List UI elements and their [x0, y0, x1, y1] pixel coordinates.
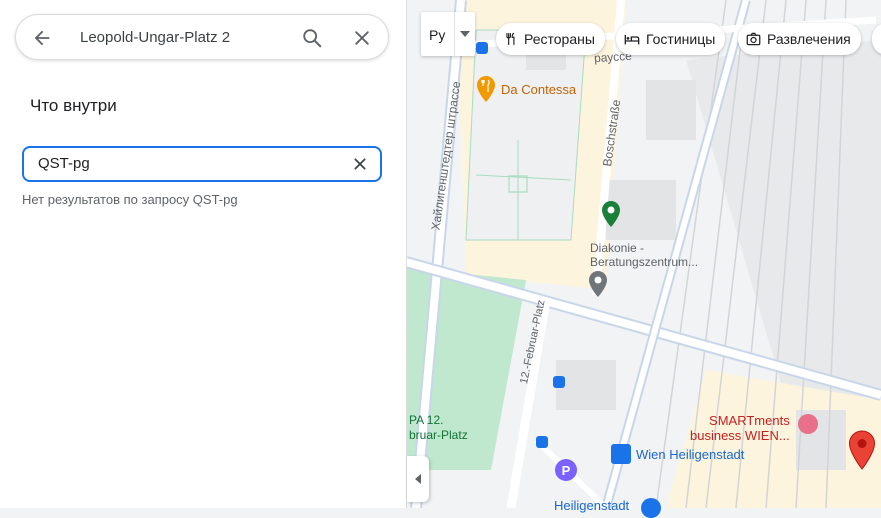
close-icon: [354, 158, 366, 170]
place-label-line: Beratungszentrum...: [590, 255, 699, 269]
restaurant-icon: [504, 32, 518, 46]
map-language-switch[interactable]: Ру: [421, 12, 475, 56]
side-panel: Leopold-Ungar-Platz 2 Что внутри Нет рез…: [0, 0, 407, 508]
map-canvas[interactable]: Хайлигенштедтер штрассе рауссе Boschstra…: [406, 0, 881, 518]
chip-hotels[interactable]: Гостиницы: [616, 23, 726, 55]
parking-icon[interactable]: P: [555, 459, 577, 481]
map-language-label: Ру: [429, 27, 446, 43]
search-button[interactable]: [296, 22, 328, 54]
hotel-marker-icon[interactable]: [798, 414, 818, 434]
inside-filter-input[interactable]: [38, 155, 328, 172]
chip-label: Рестораны: [524, 31, 595, 47]
search-icon: [303, 29, 322, 48]
place-label-wien-heiligenstadt[interactable]: Wien Heiligenstadt: [636, 447, 744, 462]
close-button[interactable]: [346, 22, 378, 54]
subway-icon[interactable]: [641, 498, 661, 518]
hotel-icon: [624, 32, 640, 46]
selected-location-pin-icon[interactable]: [848, 430, 876, 470]
inside-title: Что внутри: [30, 96, 117, 115]
arrow-back-icon: [34, 30, 50, 46]
no-results-message: Нет результатов по запросу QST-pg: [22, 192, 238, 207]
close-icon: [355, 31, 369, 45]
bus-stop-icon[interactable]: [553, 376, 565, 388]
restaurant-marker-icon[interactable]: [476, 75, 496, 103]
chip-restaurants[interactable]: Рестораны: [496, 23, 605, 55]
dropdown-arrow-button[interactable]: [454, 12, 475, 56]
place-marker-icon[interactable]: [588, 270, 608, 298]
triangle-down-icon: [460, 31, 470, 37]
chip-label: Гостиницы: [646, 31, 716, 47]
chip-entertainment[interactable]: Развлечения: [738, 23, 861, 55]
place-label-line: SMARTments: [709, 413, 790, 428]
place-label-line: business WIEN...: [690, 428, 790, 443]
place-label-da-contessa[interactable]: Da Contessa: [501, 82, 576, 97]
camera-icon: [746, 32, 761, 46]
triangle-left-icon: [415, 474, 421, 484]
back-button[interactable]: [26, 22, 58, 54]
place-label-line: Diakonie -: [590, 241, 645, 255]
collapse-panel-button[interactable]: [407, 456, 429, 502]
bus-stop-icon[interactable]: [536, 436, 548, 448]
train-station-icon[interactable]: [611, 444, 631, 464]
place-label-pa12[interactable]: PA 12. bruar-Platz: [409, 413, 468, 443]
service-marker-icon[interactable]: [601, 200, 621, 228]
place-label-line: PA 12.: [409, 413, 444, 427]
bus-stop-icon[interactable]: [476, 42, 488, 54]
search-query[interactable]: Leopold-Ungar-Platz 2: [80, 29, 230, 46]
clear-filter-button[interactable]: [348, 152, 372, 176]
place-label-line: bruar-Platz: [409, 428, 468, 442]
chip-label: Развлечения: [767, 31, 851, 47]
place-label-diakonie[interactable]: Diakonie - Beratungszentrum...: [590, 241, 698, 269]
place-label-smartments[interactable]: SMARTments business WIEN...: [690, 413, 790, 443]
place-label-heiligenstadt[interactable]: Heiligenstadt: [554, 498, 629, 513]
inside-filter[interactable]: [22, 146, 382, 182]
search-box[interactable]: Leopold-Ungar-Platz 2: [15, 14, 389, 60]
